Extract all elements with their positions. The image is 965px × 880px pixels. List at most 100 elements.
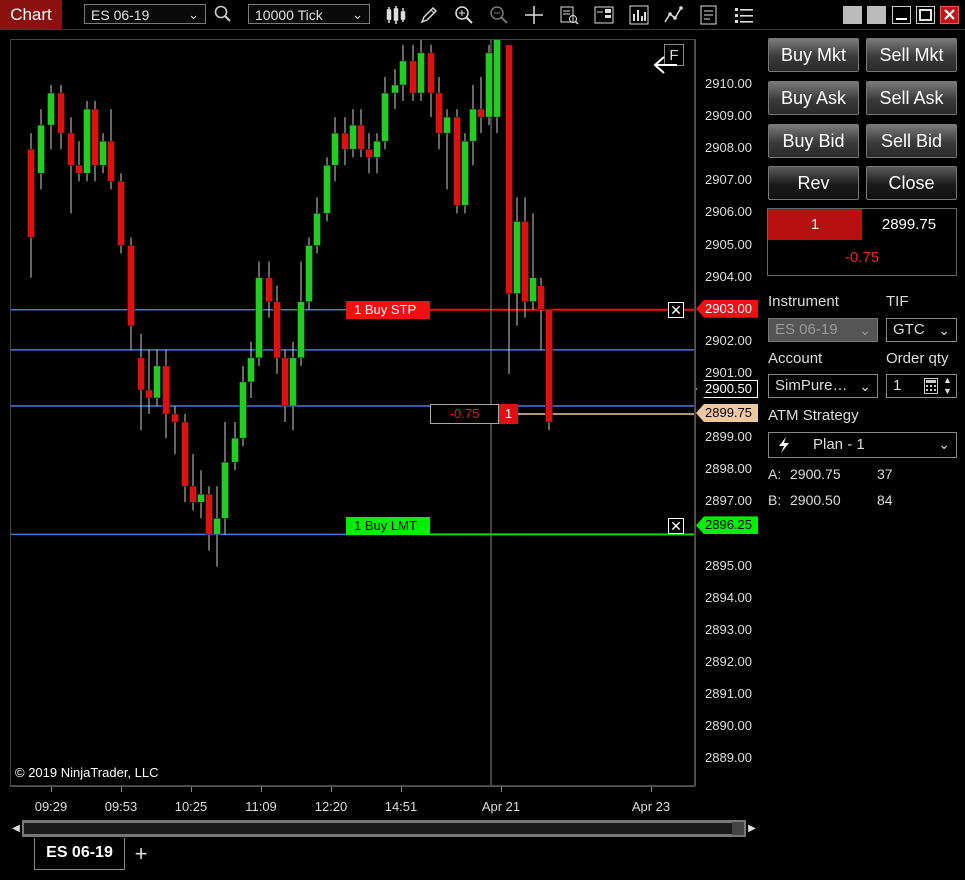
- minimize-button[interactable]: [892, 6, 911, 24]
- time-tick-label: 12:20: [314, 799, 348, 814]
- bid-size: 84: [877, 492, 893, 508]
- up-candle: [213, 518, 221, 535]
- buy-market-button[interactable]: Buy Mkt: [768, 38, 859, 72]
- down-candle: [171, 413, 179, 423]
- up-candle: [305, 245, 313, 302]
- down-candle: [265, 277, 273, 302]
- maximize-button[interactable]: [916, 6, 935, 24]
- zoom-in-icon[interactable]: [453, 4, 475, 26]
- buy-limit-order-tag[interactable]: 1 Buy LMT: [346, 517, 430, 535]
- down-candle: [273, 301, 281, 359]
- price-tick-label: 2905.00: [705, 236, 752, 252]
- down-candle: [427, 52, 435, 94]
- buy-bid-button[interactable]: Buy Bid: [768, 124, 859, 158]
- up-candle: [529, 277, 537, 302]
- up-candle: [221, 461, 229, 519]
- tab-es-06-19[interactable]: ES 06-19: [34, 838, 125, 870]
- stepper-up-icon[interactable]: ▲: [943, 375, 952, 386]
- account-select[interactable]: SimPure… ⌄: [768, 374, 878, 398]
- price-tick-label: 2908.00: [705, 140, 752, 156]
- ask-price: 2900.75: [790, 466, 841, 482]
- price-tick-label: 2910.00: [705, 76, 752, 91]
- order-qty-stepper[interactable]: 1 ▲ ▼: [886, 374, 957, 398]
- sell-ask-button[interactable]: Sell Ask: [866, 81, 957, 115]
- indicators-icon[interactable]: [628, 4, 650, 26]
- price-tick-label: 2904.00: [705, 268, 752, 284]
- up-candle: [417, 52, 425, 94]
- link-color-icon[interactable]: [843, 6, 862, 24]
- drawing-tools-icon[interactable]: [418, 4, 440, 26]
- down-candle: [27, 148, 35, 238]
- sell-bid-button[interactable]: Sell Bid: [866, 124, 957, 158]
- time-tick-mark: [501, 787, 502, 792]
- cancel-stop-order-icon[interactable]: ✕: [668, 302, 684, 318]
- templates-icon[interactable]: [698, 4, 720, 26]
- stepper-down-icon[interactable]: ▼: [943, 386, 952, 397]
- chart-panel[interactable]: F 1 Buy STP ✕ -0.75 1 1 Buy LMT ✕ © 2019…: [10, 39, 695, 786]
- scroll-thumb[interactable]: [732, 822, 744, 835]
- crosshair-icon[interactable]: [523, 4, 545, 26]
- menu-list-icon[interactable]: [733, 4, 755, 26]
- position-display: 1 2899.75 -0.75: [767, 208, 957, 276]
- arrow-left-icon[interactable]: [653, 54, 679, 81]
- price-axis[interactable]: 2910.00 2909.00 2908.00 2907.00 2906.00 2905.…: [695, 39, 758, 786]
- chart-scrollbar[interactable]: ◀ ▶: [10, 820, 758, 837]
- chart-trader-icon[interactable]: [593, 4, 615, 26]
- up-candle: [153, 365, 161, 399]
- time-tick-label: 10:25: [174, 799, 208, 814]
- time-axis[interactable]: 09:29 09:53 10:25 11:09 12:20 14:51 Apr 21 Apr …: [10, 786, 695, 820]
- price-tick-label: 2893.00: [705, 621, 752, 637]
- up-candle: [493, 40, 501, 118]
- calculator-icon[interactable]: [924, 378, 938, 401]
- ask-label: A:: [768, 466, 782, 482]
- down-candle: [477, 108, 485, 118]
- chart-title-tab[interactable]: Chart: [0, 0, 62, 29]
- position-price-marker: 2899.75: [696, 404, 758, 423]
- chevron-down-icon: ⌄: [859, 378, 871, 394]
- chart-style-icon[interactable]: [385, 4, 407, 26]
- price-tick-label: 2889.00: [705, 750, 752, 766]
- position-quantity-tag[interactable]: 1: [499, 404, 518, 424]
- scroll-right-icon[interactable]: ▶: [746, 820, 758, 837]
- price-tick-label: 2897.00: [705, 493, 752, 509]
- time-tick-mark: [121, 787, 122, 792]
- position-pnl-tag[interactable]: -0.75: [430, 404, 499, 424]
- up-candle: [399, 60, 407, 86]
- reverse-button[interactable]: Rev: [768, 166, 859, 200]
- chart-toolbar: Chart ES 06-19 ⌄ 10000 Tick ⌄: [0, 0, 965, 30]
- close-window-button[interactable]: [940, 6, 959, 24]
- scroll-left-icon[interactable]: ◀: [10, 820, 22, 837]
- data-box-icon[interactable]: [558, 4, 580, 26]
- down-candle: [505, 44, 513, 294]
- buy-ask-button[interactable]: Buy Ask: [768, 81, 859, 115]
- up-candle: [373, 140, 381, 158]
- down-candle: [545, 309, 553, 423]
- magnifier-icon[interactable]: [212, 4, 234, 26]
- zoom-out-icon[interactable]: [488, 4, 510, 26]
- price-tick-label: 2895.00: [705, 557, 752, 573]
- price-tick-label: 2891.00: [705, 685, 752, 701]
- add-tab-button[interactable]: +: [131, 842, 151, 866]
- down-candle: [281, 357, 289, 407]
- tif-select[interactable]: GTC ⌄: [886, 318, 957, 342]
- lightning-icon: [777, 436, 791, 461]
- interval-selector[interactable]: 10000 Tick ⌄: [248, 4, 370, 24]
- order-qty-value[interactable]: 1: [893, 377, 901, 394]
- buy-stop-order-tag[interactable]: 1 Buy STP: [346, 301, 430, 319]
- strategies-icon[interactable]: [663, 4, 685, 26]
- sell-market-button[interactable]: Sell Mkt: [866, 38, 957, 72]
- down-candle: [181, 421, 189, 487]
- instrument-link-icon[interactable]: [867, 6, 886, 24]
- down-candle: [189, 486, 197, 503]
- time-tick-label: Apr 23: [631, 799, 671, 814]
- atm-strategy-select[interactable]: Plan - 1 ⌄: [768, 432, 957, 458]
- down-candle: [521, 221, 529, 302]
- chevron-down-icon: ⌄: [188, 7, 199, 22]
- cancel-limit-order-icon[interactable]: ✕: [668, 518, 684, 534]
- instrument-field-value: ES 06-19: [775, 321, 838, 338]
- down-candle: [67, 132, 75, 166]
- price-tick-label: 2899.00: [705, 429, 752, 445]
- instrument-selector[interactable]: ES 06-19 ⌄: [84, 4, 206, 24]
- close-position-button[interactable]: Close: [866, 166, 957, 200]
- scroll-track[interactable]: [24, 823, 732, 834]
